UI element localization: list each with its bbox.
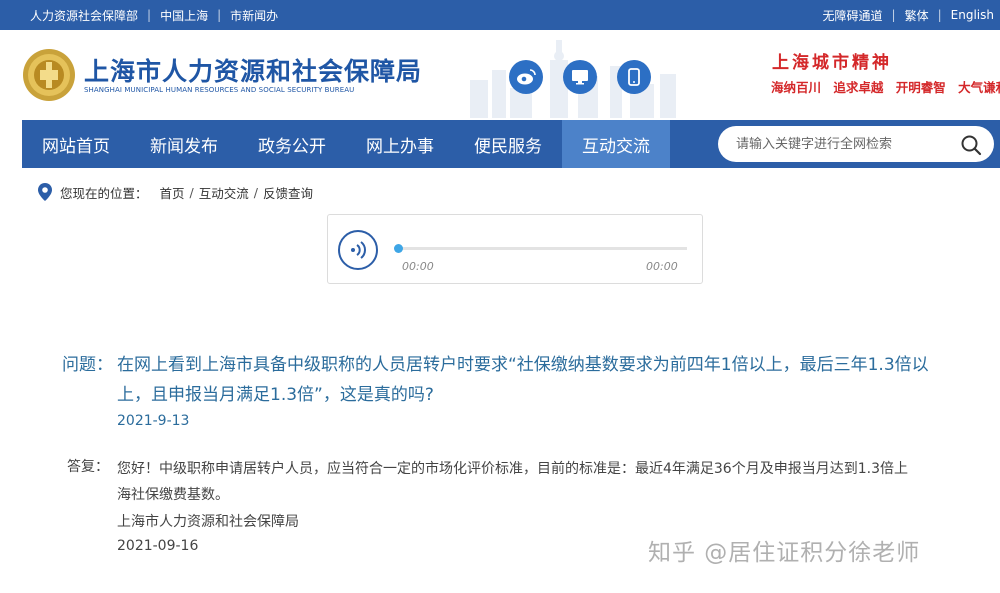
site-header: 上海市人力资源和社会保障局 SHANGHAI MUNICIPAL HUMAN R… <box>0 30 1000 118</box>
nav-news[interactable]: 新闻发布 <box>130 120 238 168</box>
audio-progress-handle[interactable] <box>394 244 403 253</box>
search-icon[interactable] <box>960 134 982 156</box>
nav-home[interactable]: 网站首页 <box>22 120 130 168</box>
nav-online-services[interactable]: 网上办事 <box>346 120 454 168</box>
audio-player: 00:00 00:00 <box>327 214 703 284</box>
city-spirit-phrases: 海纳百川 追求卓越 开明睿智 大气谦和 <box>771 77 1000 96</box>
watermark: 知乎 @居住证积分徐老师 <box>648 540 921 566</box>
top-links-right: 无障碍通道 | 繁体 | English <box>823 0 994 30</box>
nav-interaction[interactable]: 互动交流 <box>562 120 670 168</box>
breadcrumb-feedback-query[interactable]: 反馈查询 <box>263 183 313 202</box>
answer-label: 答复： <box>67 459 109 475</box>
weibo-icon[interactable] <box>509 60 543 94</box>
bureau-emblem-icon <box>23 49 75 101</box>
spirit-phrase: 大气谦和 <box>958 80 1000 95</box>
city-spirit-title: 上海城市精神 <box>772 53 892 73</box>
site-title[interactable]: 上海市人力资源和社会保障局 <box>84 52 422 88</box>
breadcrumb-interaction[interactable]: 互动交流 <box>199 183 249 202</box>
breadcrumb-home[interactable]: 首页 <box>160 183 185 202</box>
divider: | <box>147 8 152 22</box>
sound-wave-icon <box>351 241 366 259</box>
link-accessibility[interactable]: 无障碍通道 <box>823 7 883 24</box>
top-links-left: 人力资源社会保障部 | 中国上海 | 市新闻办 <box>30 0 278 30</box>
link-english[interactable]: English <box>951 8 994 22</box>
nav-public-services[interactable]: 便民服务 <box>454 120 562 168</box>
divider: | <box>937 8 942 22</box>
audio-total-time: 00:00 <box>646 260 678 273</box>
audio-progress-track[interactable] <box>398 247 687 250</box>
link-traditional-chinese[interactable]: 繁体 <box>905 7 929 24</box>
question-text: 在网上看到上海市具备中级职称的人员居转户时要求“社保缴纳基数要求为前四年1倍以上… <box>117 355 929 405</box>
breadcrumb: 您现在的位置： 首页 / 互动交流 / 反馈查询 <box>38 183 313 201</box>
divider: | <box>217 8 222 22</box>
monitor-icon[interactable] <box>563 60 597 94</box>
answer-organization: 上海市人力资源和社会保障局 <box>117 514 299 530</box>
link-china-shanghai[interactable]: 中国上海 <box>160 7 208 24</box>
spirit-phrase: 开明睿智 <box>895 80 946 95</box>
link-news-office[interactable]: 市新闻办 <box>230 7 278 24</box>
top-bar: 人力资源社会保障部 | 中国上海 | 市新闻办 无障碍通道 | 繁体 | Eng… <box>0 0 1000 30</box>
mobile-icon[interactable] <box>617 60 651 94</box>
question-label: 问题： <box>62 355 113 375</box>
answer-text: 您好！中级职称申请居转户人员，应当符合一定的市场化评价标准，目前的标准是：最近4… <box>117 461 908 503</box>
site-subtitle: SHANGHAI MUNICIPAL HUMAN RESOURCES AND S… <box>84 86 355 94</box>
audio-play-button[interactable] <box>338 230 378 270</box>
breadcrumb-label: 您现在的位置： <box>60 185 148 201</box>
divider: | <box>891 8 896 22</box>
spirit-phrase: 海纳百川 <box>771 80 822 95</box>
location-pin-icon <box>38 183 52 201</box>
link-mohrss[interactable]: 人力资源社会保障部 <box>30 7 138 24</box>
breadcrumb-separator: / <box>253 184 258 200</box>
answer-date: 2021-09-16 <box>117 538 199 554</box>
audio-current-time: 00:00 <box>402 260 434 273</box>
nav-government-affairs[interactable]: 政务公开 <box>238 120 346 168</box>
question-date: 2021-9-13 <box>117 413 190 429</box>
breadcrumb-separator: / <box>189 184 194 200</box>
search-box <box>718 126 994 162</box>
search-input[interactable] <box>736 135 956 153</box>
spirit-phrase: 追求卓越 <box>833 80 884 95</box>
